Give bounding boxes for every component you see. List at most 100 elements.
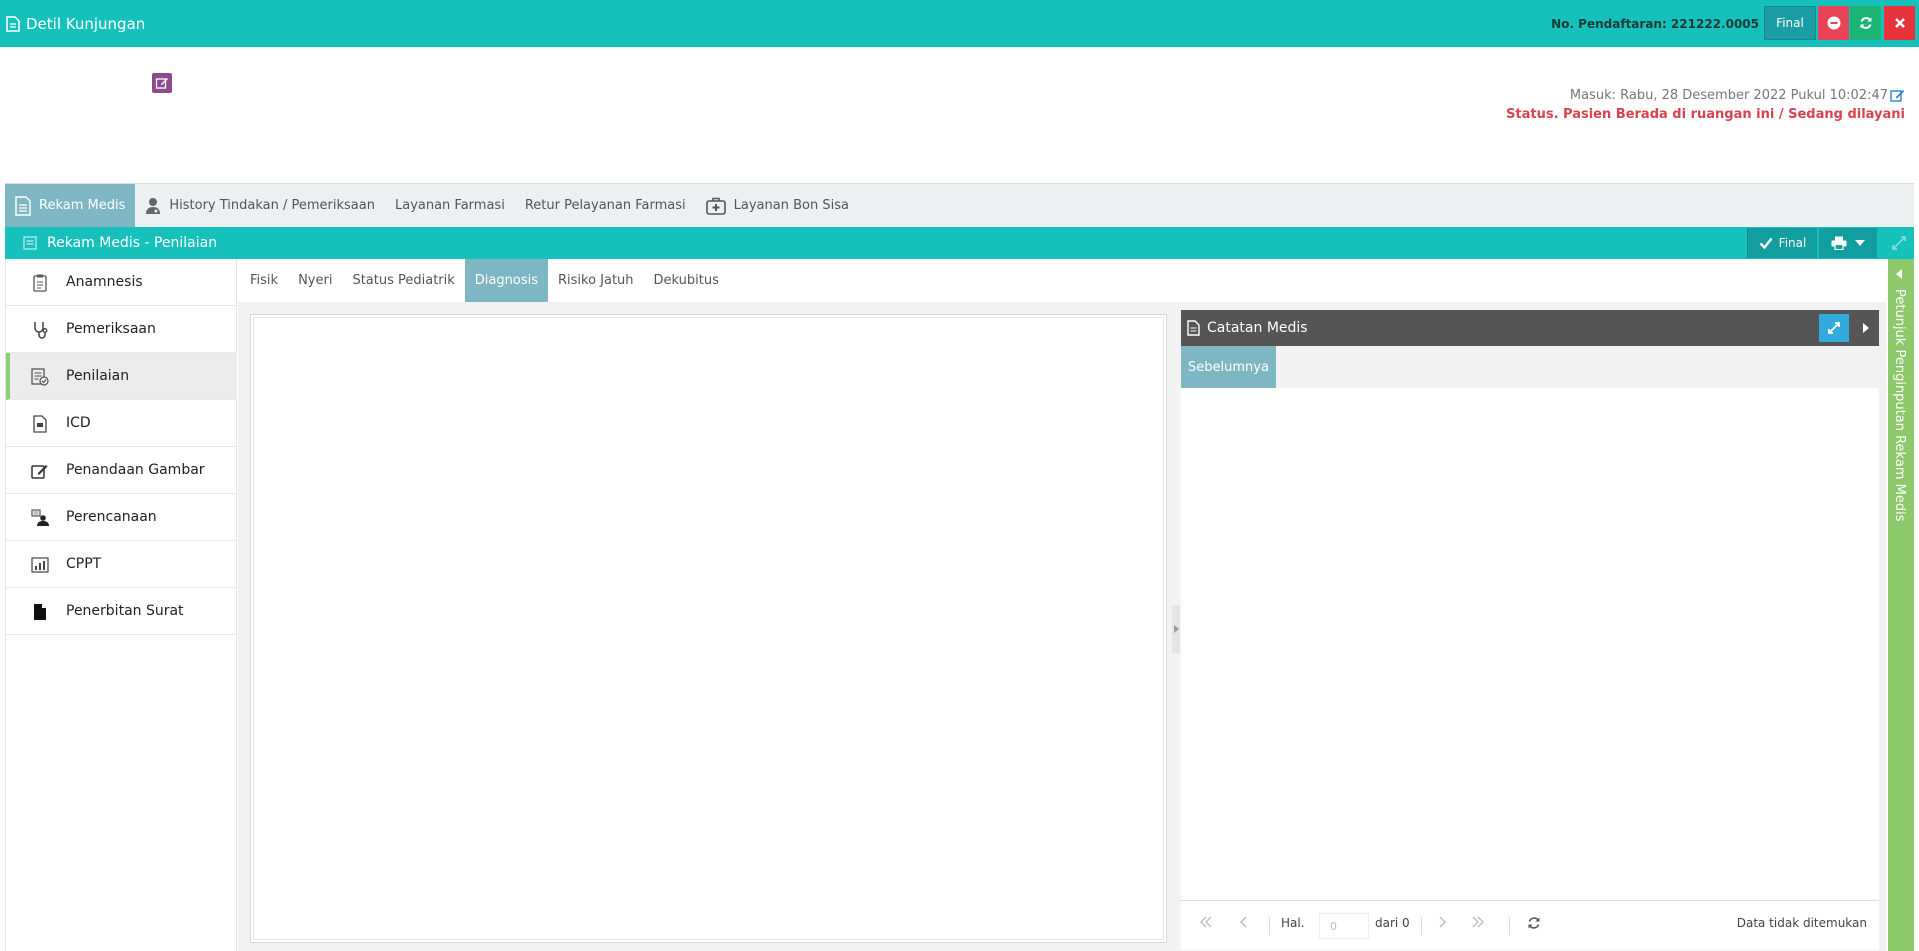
sidebar-item-label: Penandaan Gambar xyxy=(66,462,205,478)
prev-page-icon[interactable] xyxy=(1239,916,1247,928)
caret-left-icon xyxy=(1896,269,1902,279)
tab-layanan-bon-sisa[interactable]: Layanan Bon Sisa xyxy=(696,184,859,227)
registration-number: No. Pendaftaran: 221222.0005 xyxy=(1551,16,1759,31)
patient-status: Status. Pasien Berada di ruangan ini / S… xyxy=(1506,107,1905,122)
sidebar-item-cppt[interactable]: CPPT xyxy=(6,541,237,588)
print-icon xyxy=(1831,236,1847,250)
input-guide-label: Petunjuk Penginputan Rekam Medis xyxy=(1892,289,1907,522)
tab-sebelumnya[interactable]: Sebelumnya xyxy=(1181,346,1276,388)
tab-label: Retur Pelayanan Farmasi xyxy=(524,198,686,213)
sidebar: Anamnesis Pemeriksaan Penilaian ICD Pena… xyxy=(5,259,237,951)
catatan-medis-title: Catatan Medis xyxy=(1207,320,1308,336)
sidebar-item-perencanaan[interactable]: Perencanaan xyxy=(6,494,237,541)
tab-label: History Tindakan / Pemeriksaan xyxy=(169,198,375,213)
pagination-bar: Hal. 0 dari 0 Data tidak ditemukan xyxy=(1181,900,1879,950)
catatan-medis-header: Catatan Medis xyxy=(1181,310,1879,346)
sidebar-item-label: Penerbitan Surat xyxy=(66,603,184,619)
tab-diagnosis[interactable]: Diagnosis xyxy=(464,259,548,302)
top-bar: Detil Kunjungan No. Pendaftaran: 221222.… xyxy=(0,0,1919,47)
refresh-icon[interactable] xyxy=(1527,916,1541,930)
sidebar-item-icd[interactable]: ICD xyxy=(6,400,237,447)
catatan-medis-panel: Catatan Medis Sebelumnya Hal. 0 dari 0 D… xyxy=(1181,310,1879,950)
close-icon xyxy=(1894,17,1906,29)
first-page-icon[interactable] xyxy=(1199,916,1213,928)
final-button[interactable]: Final xyxy=(1764,6,1816,40)
assessment-icon xyxy=(30,367,50,387)
tab-dekubitus[interactable]: Dekubitus xyxy=(644,259,729,302)
tab-rekam-medis[interactable]: Rekam Medis xyxy=(5,184,136,227)
sidebar-item-label: ICD xyxy=(66,415,91,431)
expand-panel-button[interactable] xyxy=(1885,228,1913,258)
sub-tabs: Fisik Nyeri Status Pediatrik Diagnosis R… xyxy=(240,259,729,302)
file-code-icon xyxy=(30,414,50,434)
divider xyxy=(1509,917,1510,935)
divider xyxy=(1421,917,1422,935)
page-number-input[interactable]: 0 xyxy=(1319,913,1369,939)
document-icon xyxy=(6,15,20,32)
sidebar-item-label: Penilaian xyxy=(66,368,130,384)
tab-label: Layanan Bon Sisa xyxy=(733,198,849,213)
refresh-icon xyxy=(1859,16,1873,30)
diagnosis-form-area xyxy=(250,314,1167,943)
empty-data-message: Data tidak ditemukan xyxy=(1736,916,1867,930)
page-count-label: dari 0 xyxy=(1375,916,1410,930)
sidebar-item-pemeriksaan[interactable]: Pemeriksaan xyxy=(6,306,237,353)
edit-photo-button[interactable] xyxy=(152,73,172,93)
sidebar-item-penandaan-gambar[interactable]: Penandaan Gambar xyxy=(6,447,237,494)
caret-right-icon xyxy=(1173,625,1179,633)
clipboard-icon xyxy=(30,273,50,293)
panel-title-text: Rekam Medis - Penilaian xyxy=(47,235,218,251)
print-dropdown-button[interactable] xyxy=(1819,228,1877,258)
tab-risiko-jatuh[interactable]: Risiko Jatuh xyxy=(548,259,644,302)
expand-catatan-button[interactable] xyxy=(1819,314,1849,342)
check-icon xyxy=(1759,237,1773,249)
panel-title: Rekam Medis - Penilaian xyxy=(23,227,217,259)
caret-right-icon xyxy=(1863,323,1869,333)
tab-label: Rekam Medis xyxy=(39,198,126,213)
tab-nyeri[interactable]: Nyeri xyxy=(288,259,342,302)
window-title-text: Detil Kunjungan xyxy=(26,14,146,33)
final-button[interactable]: Final xyxy=(1747,228,1817,258)
main-tabs: Rekam Medis History Tindakan / Pemeriksa… xyxy=(5,183,1914,227)
divider xyxy=(1269,917,1270,935)
sidebar-item-anamnesis[interactable]: Anamnesis xyxy=(6,259,237,306)
tab-status-pediatrik[interactable]: Status Pediatrik xyxy=(342,259,464,302)
tab-history-tindakan[interactable]: History Tindakan / Pemeriksaan xyxy=(135,184,385,227)
tab-strip xyxy=(1276,346,1879,388)
chart-icon xyxy=(30,555,50,575)
expand-icon xyxy=(1892,236,1906,250)
close-button[interactable] xyxy=(1884,6,1915,40)
sidebar-item-label: Anamnesis xyxy=(66,274,143,290)
refresh-button[interactable] xyxy=(1850,6,1881,40)
final-label: Final xyxy=(1778,236,1807,250)
medical-kit-icon xyxy=(705,197,726,215)
document-icon xyxy=(15,195,31,216)
sidebar-item-penilaian[interactable]: Penilaian xyxy=(6,353,237,400)
minus-circle-icon xyxy=(1827,16,1841,30)
tab-fisik[interactable]: Fisik xyxy=(240,259,288,302)
sidebar-item-label: CPPT xyxy=(66,556,102,572)
sidebar-item-label: Pemeriksaan xyxy=(66,321,156,337)
visit-time: Masuk: Rabu, 28 Desember 2022 Pukul 10:0… xyxy=(1569,88,1888,103)
file-icon xyxy=(30,602,50,622)
tab-retur-pelayanan-farmasi[interactable]: Retur Pelayanan Farmasi xyxy=(515,184,696,227)
document-icon xyxy=(1187,320,1200,336)
sidebar-item-penerbitan-surat[interactable]: Penerbitan Surat xyxy=(6,588,237,635)
expand-icon xyxy=(1827,321,1841,335)
edit-icon xyxy=(155,76,169,90)
stethoscope-icon xyxy=(30,320,50,340)
panel-header: Rekam Medis - Penilaian Final xyxy=(5,227,1914,259)
last-page-icon[interactable] xyxy=(1471,916,1485,928)
planning-icon xyxy=(30,508,50,528)
tab-layanan-farmasi[interactable]: Layanan Farmasi xyxy=(385,184,515,227)
input-guide-side-panel[interactable]: Petunjuk Penginputan Rekam Medis xyxy=(1888,259,1914,951)
page-label: Hal. xyxy=(1281,916,1305,930)
minimize-button[interactable] xyxy=(1818,6,1849,40)
tab-label: Layanan Farmasi xyxy=(394,198,505,213)
pane-splitter[interactable] xyxy=(1172,605,1180,653)
edit-visit-time-icon[interactable] xyxy=(1890,88,1905,102)
collapse-catatan-button[interactable] xyxy=(1855,314,1877,342)
sidebar-item-label: Perencanaan xyxy=(66,509,157,525)
doctor-icon xyxy=(145,197,161,215)
next-page-icon[interactable] xyxy=(1439,916,1447,928)
